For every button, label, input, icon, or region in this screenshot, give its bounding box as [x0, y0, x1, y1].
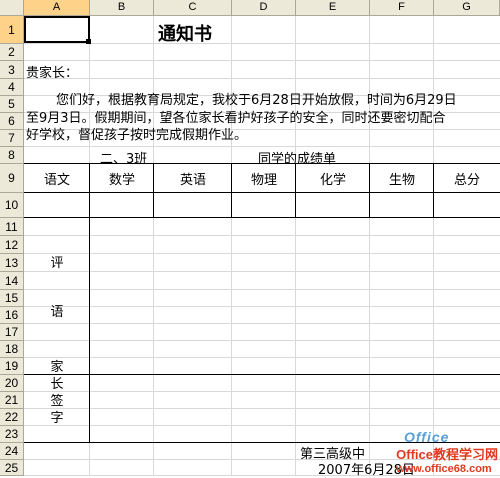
gridline-h — [24, 357, 500, 358]
row-header-13[interactable]: 13 — [0, 254, 24, 272]
gridline-h — [24, 60, 500, 61]
row-header-10[interactable]: 10 — [0, 193, 24, 218]
row-header-5[interactable]: 5 — [0, 96, 24, 113]
subject-header-0[interactable]: 语文 — [24, 164, 90, 193]
parent-sign-label-3: 签 — [50, 394, 64, 409]
subject-header-6[interactable]: 总分 — [434, 164, 500, 193]
column-header-a[interactable]: A — [24, 0, 90, 16]
column-header-c[interactable]: C — [154, 0, 232, 16]
fill-handle[interactable] — [86, 39, 91, 44]
gridline-h — [24, 408, 500, 409]
gridline-h — [24, 235, 500, 236]
parent-sign-label-4: 字 — [50, 411, 64, 426]
gridline-h — [24, 146, 500, 147]
row-header-4[interactable]: 4 — [0, 79, 24, 96]
greeting-text: 贵家长： — [26, 66, 79, 81]
row-header-8[interactable]: 8 — [0, 147, 24, 164]
row-header-7[interactable]: 7 — [0, 130, 24, 147]
gridline-v — [369, 16, 370, 476]
parent-sign-label-2: 长 — [50, 377, 64, 392]
gridline-h — [24, 289, 500, 290]
gridline-h — [24, 425, 500, 426]
row-header-21[interactable]: 21 — [0, 392, 24, 409]
column-header-e[interactable]: E — [296, 0, 370, 16]
row-header-22[interactable]: 22 — [0, 409, 24, 426]
comment-label-2: 语 — [50, 305, 64, 320]
gridline-h — [24, 78, 500, 79]
subject-header-5[interactable]: 生物 — [370, 164, 434, 193]
row-header-20[interactable]: 20 — [0, 375, 24, 392]
spreadsheet[interactable]: ABCDEFG 1 2 3 4 5 6 7 8 9 10 11 12 13 14 15 16 17 18 19 20 2… — [0, 0, 500, 478]
watermark-text: Office教程学习网 www.office68.com — [396, 447, 498, 475]
gridline-h — [24, 340, 500, 341]
row-header-9[interactable]: 9 — [0, 164, 24, 193]
row-header-16[interactable]: 16 — [0, 307, 24, 324]
body-line-3: 好学校，督促孩子按时完成假期作业。 — [26, 128, 248, 143]
gridline-v — [231, 16, 232, 476]
gridline-v — [153, 16, 154, 476]
subject-header-3[interactable]: 物理 — [232, 164, 296, 193]
gridline-v — [295, 16, 296, 476]
row-header-2[interactable]: 2 — [0, 44, 24, 61]
subject-header-1[interactable]: 数学 — [90, 164, 154, 193]
row-header-19[interactable]: 19 — [0, 358, 24, 375]
row-header-6[interactable]: 6 — [0, 113, 24, 130]
gridline-h — [24, 43, 500, 44]
watermark-logo: Office — [404, 429, 450, 445]
row-header-14[interactable]: 14 — [0, 272, 24, 290]
gridline-h — [24, 391, 500, 392]
gridline-h — [24, 306, 500, 307]
notice-title: 通知书 — [158, 24, 212, 45]
gridline-h — [24, 323, 500, 324]
row-header-24[interactable]: 24 — [0, 443, 24, 460]
body-line-1: 您们好，根据教育局规定，我校于6月28日开始放假，时间为6月29日 — [56, 93, 457, 108]
table-border — [24, 217, 500, 218]
active-cell-a1[interactable] — [24, 16, 90, 43]
row-header-18[interactable]: 18 — [0, 341, 24, 358]
row-header-15[interactable]: 15 — [0, 290, 24, 307]
gridline-v — [433, 16, 434, 476]
row-header-12[interactable]: 12 — [0, 236, 24, 254]
column-header-g[interactable]: G — [434, 0, 500, 16]
row-header-11[interactable]: 11 — [0, 218, 24, 236]
table-border — [89, 218, 90, 443]
row-header-17[interactable]: 17 — [0, 324, 24, 341]
parent-sign-label-1: 家 — [50, 360, 64, 375]
table-border — [24, 374, 500, 375]
select-all-corner[interactable] — [0, 0, 24, 16]
column-header-d[interactable]: D — [232, 0, 296, 16]
row-header-1[interactable]: 1 — [0, 16, 24, 44]
row-header-3[interactable]: 3 — [0, 61, 24, 79]
row-header-25[interactable]: 25 — [0, 460, 24, 476]
column-header-b[interactable]: B — [90, 0, 154, 16]
row-header-23[interactable]: 23 — [0, 426, 24, 443]
gridline-h — [24, 271, 500, 272]
subject-header-2[interactable]: 英语 — [154, 164, 232, 193]
subject-header-4[interactable]: 化学 — [296, 164, 370, 193]
column-header-f[interactable]: F — [370, 0, 434, 16]
gridline-h — [24, 253, 500, 254]
comment-label-1: 评 — [50, 256, 64, 271]
